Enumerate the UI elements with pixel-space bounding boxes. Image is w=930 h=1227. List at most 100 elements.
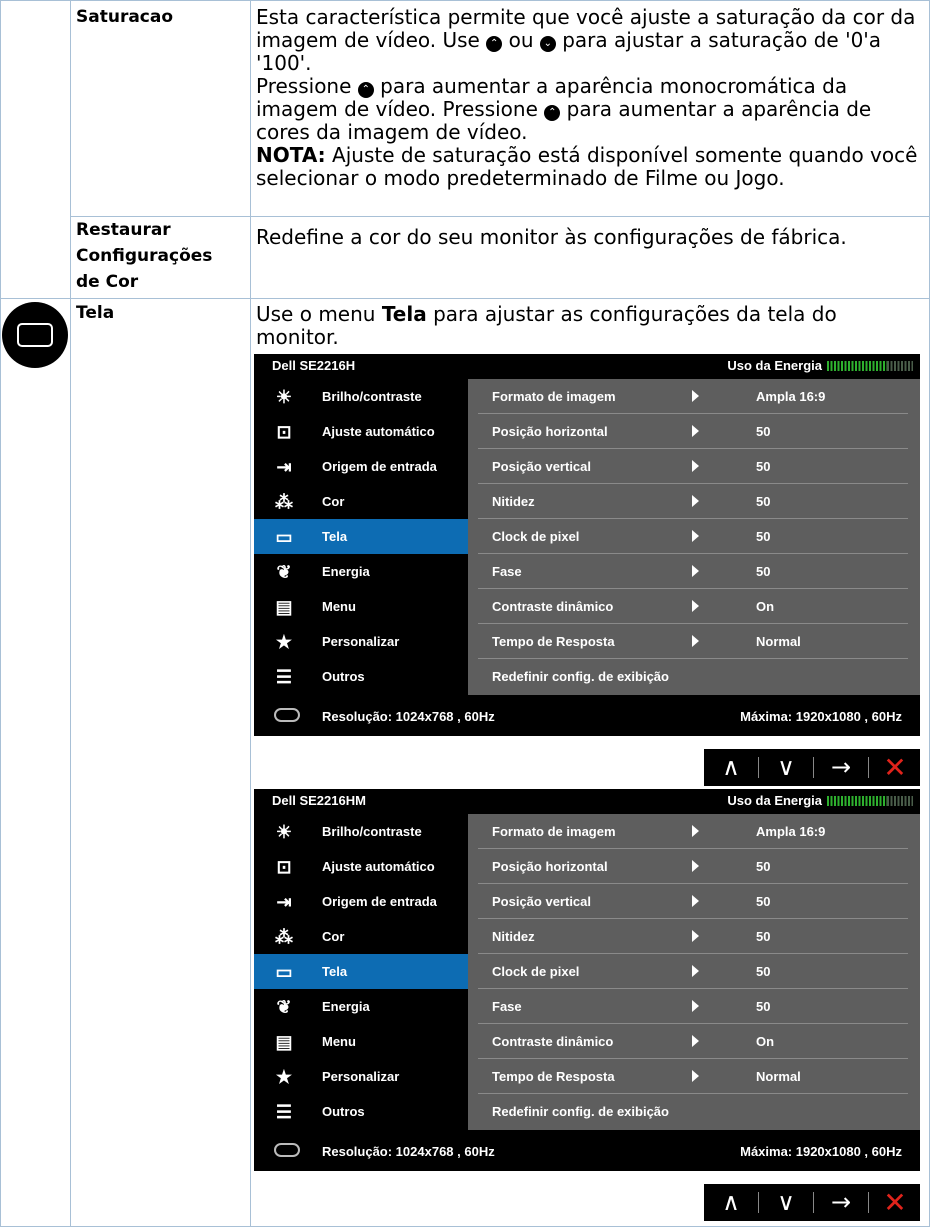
osd-setting-row[interactable]: Posição horizontal 50 — [468, 414, 908, 449]
osd-setting-row[interactable]: Contraste dinâmico On — [468, 1024, 908, 1059]
osd-submenu: Formato de imagem Ampla 16:9 Posição horiz… — [468, 379, 920, 695]
energy-meter — [827, 796, 913, 806]
energy-icon: ❦ — [276, 997, 292, 1017]
setting-name: Nitidez — [492, 929, 535, 944]
osd-menu-item[interactable]: ☰ Outros — [254, 1094, 468, 1129]
osd-menu-item[interactable]: ★ Personalizar — [254, 624, 468, 659]
osd-menu-item[interactable]: ⁂ Cor — [254, 484, 468, 519]
osd-setting-row[interactable]: Posição vertical 50 — [468, 449, 908, 484]
setting-value: 50 — [756, 529, 771, 544]
osd-menu-item[interactable]: ★ Personalizar — [254, 1059, 468, 1094]
osd-setting-row[interactable]: Redefinir config. de exibição — [468, 659, 908, 694]
osd-menu-item[interactable]: ☰ Outros — [254, 659, 468, 694]
osd-setting-row[interactable]: Redefinir config. de exibição — [468, 1094, 908, 1129]
setting-name: Redefinir config. de exibição — [492, 669, 669, 684]
osd-menu-item[interactable]: ▤ Menu — [254, 589, 468, 624]
menu-icon: ▤ — [275, 597, 293, 617]
osd-setting-row[interactable]: Nitidez 50 — [468, 484, 908, 519]
chevron-right-icon — [692, 1000, 699, 1012]
osd-menu-item[interactable]: ▭ Tela — [254, 519, 468, 554]
osd-menu-item[interactable]: ⊡ Ajuste automático — [254, 849, 468, 884]
osd-setting-row[interactable]: Nitidez 50 — [468, 919, 908, 954]
chevron-right-icon — [692, 390, 699, 402]
setting-value: Ampla 16:9 — [756, 389, 826, 404]
chevron-right-icon — [692, 600, 699, 612]
osd-menu-label: Tela — [322, 529, 348, 544]
others-icon: ☰ — [275, 1102, 293, 1122]
color-icon: ⁂ — [275, 492, 293, 512]
osd-setting-row[interactable]: Clock de pixel 50 — [468, 954, 908, 989]
osd-setting-row[interactable]: Clock de pixel 50 — [468, 519, 908, 554]
osd-menu-label: Origem de entrada — [322, 459, 437, 474]
vga-connector-icon — [274, 708, 300, 722]
setting-name: Fase — [492, 999, 522, 1014]
setting-value: 50 — [756, 859, 771, 874]
osd-menu-label: Personalizar — [322, 1069, 400, 1084]
tela-description: Use o menu Tela para ajustar as configur… — [256, 302, 837, 349]
osd-menu-item[interactable]: ❦ Energia — [254, 554, 468, 589]
osd-resolution: Resolução: 1024x768 , 60Hz — [322, 709, 495, 724]
setting-value: 50 — [756, 424, 771, 439]
osd-setting-row[interactable]: Formato de imagem Ampla 16:9 — [468, 379, 908, 414]
chevron-right-icon — [692, 495, 699, 507]
setting-name: Posição vertical — [492, 459, 591, 474]
setting-value: Ampla 16:9 — [756, 824, 826, 839]
osd-setting-row[interactable]: Posição horizontal 50 — [468, 849, 908, 884]
chevron-right-icon — [692, 1035, 699, 1047]
vga-connector-icon — [274, 1143, 300, 1157]
chevron-right-icon — [692, 965, 699, 977]
saturacao-label: Saturacao — [76, 7, 174, 27]
up-button[interactable]: ∧ — [704, 749, 758, 786]
saturacao-description: Esta característica permite que você aju… — [256, 5, 918, 190]
osd-header: Dell SE2216HM Uso da Energia — [254, 789, 920, 813]
osd-menu-label: Origem de entrada — [322, 894, 437, 909]
osd-max-resolution: Máxima: 1920x1080 , 60Hz — [740, 709, 902, 724]
osd-setting-row[interactable]: Formato de imagem Ampla 16:9 — [468, 814, 908, 849]
energy-icon: ❦ — [276, 562, 292, 582]
restaurar-description: Redefine a cor do seu monitor às configu… — [256, 225, 847, 249]
osd-menu-item[interactable]: ❦ Energia — [254, 989, 468, 1024]
setting-name: Posição vertical — [492, 894, 591, 909]
osd-menu-label: Brilho/contraste — [322, 824, 422, 839]
input-source-icon: ⇥ — [276, 892, 292, 912]
osd-menu-item[interactable]: ☀ Brilho/contraste — [254, 814, 468, 849]
osd-setting-row[interactable]: Tempo de Resposta Normal — [468, 1059, 908, 1094]
setting-name: Posição horizontal — [492, 424, 608, 439]
setting-value: 50 — [756, 999, 771, 1014]
osd-menu-item[interactable]: ⊡ Ajuste automático — [254, 414, 468, 449]
osd-menu-item[interactable]: ☀ Brilho/contraste — [254, 379, 468, 414]
enter-button[interactable]: → — [814, 1184, 868, 1221]
osd-setting-row[interactable]: Fase 50 — [468, 989, 908, 1024]
enter-button[interactable]: → — [814, 749, 868, 786]
osd-menu-label: Ajuste automático — [322, 424, 435, 439]
osd-menu-label: Cor — [322, 929, 345, 944]
chevron-right-icon — [692, 425, 699, 437]
personalize-icon: ★ — [275, 632, 293, 652]
osd-menu-item[interactable]: ▤ Menu — [254, 1024, 468, 1059]
setting-name: Redefinir config. de exibição — [492, 1104, 669, 1119]
down-button[interactable]: ∨ — [759, 749, 813, 786]
personalize-icon: ★ — [275, 1067, 293, 1087]
osd-menu-item[interactable]: ⇥ Origem de entrada — [254, 884, 468, 919]
osd-menu-label: Ajuste automático — [322, 859, 435, 874]
setting-value: Normal — [756, 634, 801, 649]
setting-name: Contraste dinâmico — [492, 1034, 614, 1049]
exit-button[interactable]: ✕ — [868, 1184, 922, 1221]
osd-menu-label: Tela — [322, 964, 348, 979]
osd-menu-item[interactable]: ⁂ Cor — [254, 919, 468, 954]
up-button[interactable]: ∧ — [704, 1184, 758, 1221]
input-source-icon: ⇥ — [276, 457, 292, 477]
osd-menu-item[interactable]: ▭ Tela — [254, 954, 468, 989]
energy-meter — [827, 361, 913, 371]
osd-setting-row[interactable]: Posição vertical 50 — [468, 884, 908, 919]
osd-setting-row[interactable]: Tempo de Resposta Normal — [468, 624, 908, 659]
down-button[interactable]: ∨ — [759, 1184, 813, 1221]
exit-button[interactable]: ✕ — [868, 749, 922, 786]
osd-setting-row[interactable]: Contraste dinâmico On — [468, 589, 908, 624]
table-border-left — [0, 0, 1, 1227]
menu-icon: ▤ — [275, 1032, 293, 1052]
osd-setting-row[interactable]: Fase 50 — [468, 554, 908, 589]
osd-menu-item[interactable]: ⇥ Origem de entrada — [254, 449, 468, 484]
osd-menu-label: Menu — [322, 599, 356, 614]
osd-resolution: Resolução: 1024x768 , 60Hz — [322, 1144, 495, 1159]
